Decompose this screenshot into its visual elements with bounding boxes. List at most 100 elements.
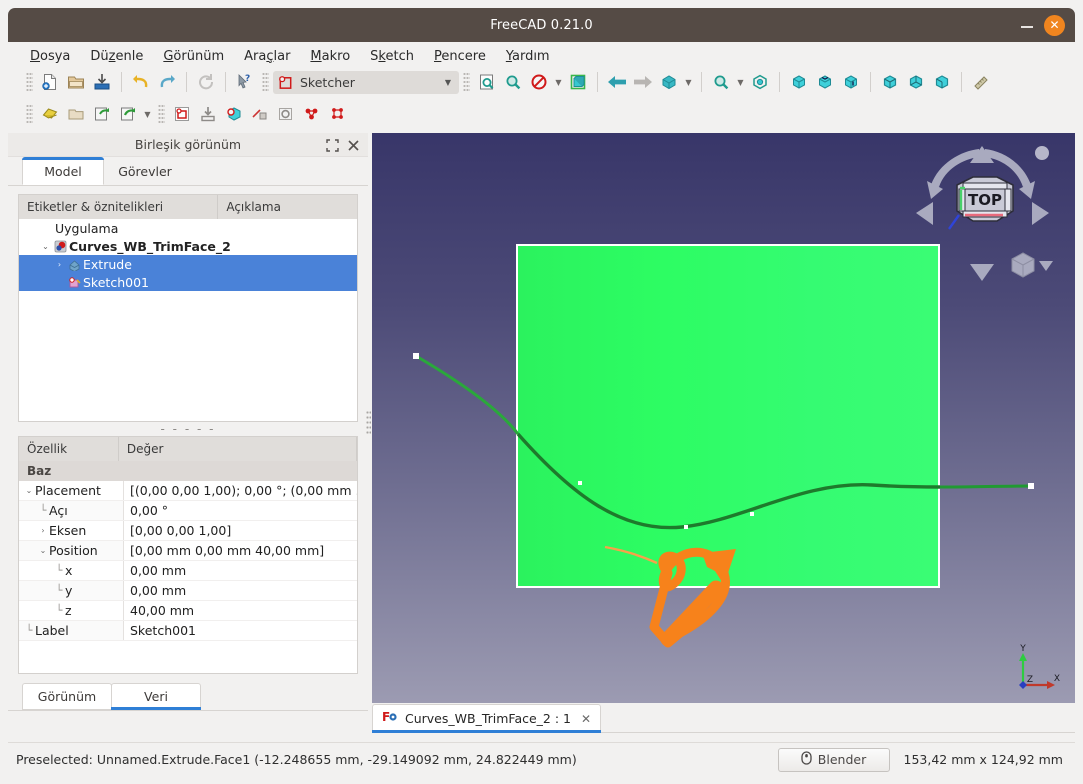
constraints-icon[interactable] [299, 101, 325, 127]
axonometric-view-icon[interactable] [565, 69, 591, 95]
tree-item-curveswbtrimface2[interactable]: ⌄ Curves_WB_TrimFace_2 [19, 237, 357, 255]
create-sketch-icon[interactable] [37, 101, 63, 127]
mirror-sketch-icon[interactable] [247, 101, 273, 127]
open-folder-icon[interactable] [63, 69, 89, 95]
stereo-icon[interactable] [747, 69, 773, 95]
property-row-z[interactable]: └ z 40,00 mm [19, 601, 357, 621]
property-expander[interactable]: ⌄ [23, 486, 35, 495]
refresh-icon[interactable] [193, 69, 219, 95]
property-column-header-1[interactable]: Değer [119, 437, 357, 461]
menu-item-sketch[interactable]: Sketch [360, 45, 424, 68]
tree-item-sketch001[interactable]: Sketch001 [19, 273, 357, 291]
rear-view-icon[interactable] [877, 69, 903, 95]
forward-arrow-icon[interactable] [630, 69, 656, 95]
property-row-position[interactable]: ⌄ Position [0,00 mm 0,00 mm 40,00 mm] [19, 541, 357, 561]
property-value[interactable]: [0,00 mm 0,00 mm 40,00 mm] [124, 541, 357, 560]
toolbar-grip[interactable] [262, 72, 269, 92]
property-row-a[interactable]: └ Açı 0,00 ° [19, 501, 357, 521]
chevron-down-icon[interactable]: ▼ [141, 101, 154, 127]
whats-this-icon[interactable]: ? [232, 69, 258, 95]
chevron-down-icon[interactable]: ▼ [734, 69, 747, 95]
leave-sketch-icon[interactable] [89, 101, 115, 127]
tree-twisty[interactable]: › [53, 260, 66, 269]
measure-icon[interactable] [968, 69, 994, 95]
menu-item-dzenle[interactable]: Düzenle [80, 45, 153, 68]
property-value[interactable]: [(0,00 0,00 1,00); 0,00 °; (0,00 mm … [124, 481, 357, 500]
toolbar-grip[interactable] [26, 72, 33, 92]
back-arrow-icon[interactable] [604, 69, 630, 95]
minimize-button[interactable] [1020, 18, 1034, 32]
property-row-placement[interactable]: ⌄ Placement [(0,00 0,00 1,00); 0,00 °; (0,… [19, 481, 357, 501]
zoom-icon[interactable] [708, 69, 734, 95]
toolbar-grip[interactable] [463, 72, 470, 92]
menu-item-yardm[interactable]: Yardım [496, 45, 560, 68]
property-value[interactable]: 40,00 mm [124, 601, 357, 620]
view-sketch-icon[interactable] [115, 101, 141, 127]
blender-navigation-button[interactable]: Blender [777, 747, 890, 772]
panel-tab-grevler[interactable]: Görevler [104, 157, 186, 185]
property-expander[interactable]: ⌄ [37, 546, 49, 555]
left-view-icon[interactable] [929, 69, 955, 95]
panel-splitter[interactable]: - - - - - [8, 422, 368, 436]
validate-sketch-icon[interactable] [195, 101, 221, 127]
dock-splitter-handle[interactable] [366, 410, 371, 436]
merge-sketch-icon[interactable] [221, 101, 247, 127]
view-right-arrow-icon[interactable] [1032, 202, 1049, 225]
view-down-arrow-icon[interactable] [970, 264, 994, 281]
nav-menu-caret-icon[interactable] [1039, 261, 1053, 271]
save-icon[interactable] [89, 69, 115, 95]
menu-item-pencere[interactable]: Pencere [424, 45, 496, 68]
nav-cube-edge-top[interactable] [962, 182, 1008, 190]
close-icon[interactable] [347, 139, 360, 152]
view-left-arrow-icon[interactable] [916, 202, 933, 225]
menu-item-aralar[interactable]: Araçlar [234, 45, 300, 68]
undo-icon[interactable] [128, 69, 154, 95]
panel-bottom-tab-veri[interactable]: Veri [111, 683, 201, 710]
3d-viewport[interactable]: TOP Y X Z [372, 133, 1075, 703]
top-view-icon[interactable] [812, 69, 838, 95]
redo-icon[interactable] [154, 69, 180, 95]
toolbar-grip[interactable] [26, 104, 33, 124]
close-button[interactable]: ✕ [1044, 14, 1065, 36]
tree-twisty[interactable]: ⌄ [39, 242, 52, 251]
property-value[interactable]: 0,00 mm [124, 581, 357, 600]
tree-column-header-1[interactable]: Açıklama [218, 195, 357, 219]
toolbar-grip[interactable] [158, 104, 165, 124]
tree-item-uygulama[interactable]: Uygulama [19, 219, 357, 237]
bottom-view-icon[interactable] [903, 69, 929, 95]
property-expander[interactable]: › [37, 526, 49, 535]
nav-corner-dot-icon[interactable] [1035, 146, 1049, 160]
menu-item-makro[interactable]: Makro [300, 45, 360, 68]
menu-item-grnm[interactable]: Görünüm [153, 45, 234, 68]
property-row-y[interactable]: └ y 0,00 mm [19, 581, 357, 601]
mdi-tab-document[interactable]: F Curves_WB_TrimFace_2 : 1 ✕ [372, 704, 602, 733]
property-value[interactable]: 0,00 mm [124, 561, 357, 580]
front-view-icon[interactable] [786, 69, 812, 95]
panel-bottom-tab-grnm[interactable]: Görünüm [22, 683, 112, 710]
chevron-down-icon[interactable]: ▼ [445, 78, 455, 87]
new-document-icon[interactable] [37, 69, 63, 95]
mdi-tab-close-icon[interactable]: ✕ [581, 712, 591, 726]
property-row-x[interactable]: └ x 0,00 mm [19, 561, 357, 581]
property-row-label[interactable]: └ Label Sketch001 [19, 621, 357, 641]
map-sketch-icon[interactable] [169, 101, 195, 127]
reorient-sketch-icon[interactable] [273, 101, 299, 127]
property-column-header-0[interactable]: Özellik [19, 437, 119, 461]
right-view-icon[interactable] [838, 69, 864, 95]
nav-cube-edge-right[interactable] [1004, 188, 1012, 212]
navigation-cube[interactable]: TOP [913, 141, 1063, 301]
fit-selection-icon[interactable] [500, 69, 526, 95]
menu-item-dosya[interactable]: Dosya [20, 45, 80, 68]
draw-style-icon[interactable] [526, 69, 552, 95]
chevron-down-icon[interactable]: ▼ [682, 69, 695, 95]
property-value[interactable]: [0,00 0,00 1,00] [124, 521, 357, 540]
property-value[interactable]: 0,00 ° [124, 501, 357, 520]
restore-icon[interactable] [326, 138, 339, 152]
workbench-selector[interactable]: Sketcher ▼ [273, 70, 459, 94]
panel-tab-model[interactable]: Model [22, 157, 104, 185]
edit-sketch-icon[interactable] [63, 101, 89, 127]
property-value[interactable]: Sketch001 [124, 621, 357, 640]
tree-item-extrude[interactable]: › Extrude [19, 255, 357, 273]
fit-all-icon[interactable] [474, 69, 500, 95]
chevron-down-icon[interactable]: ▼ [552, 69, 565, 95]
